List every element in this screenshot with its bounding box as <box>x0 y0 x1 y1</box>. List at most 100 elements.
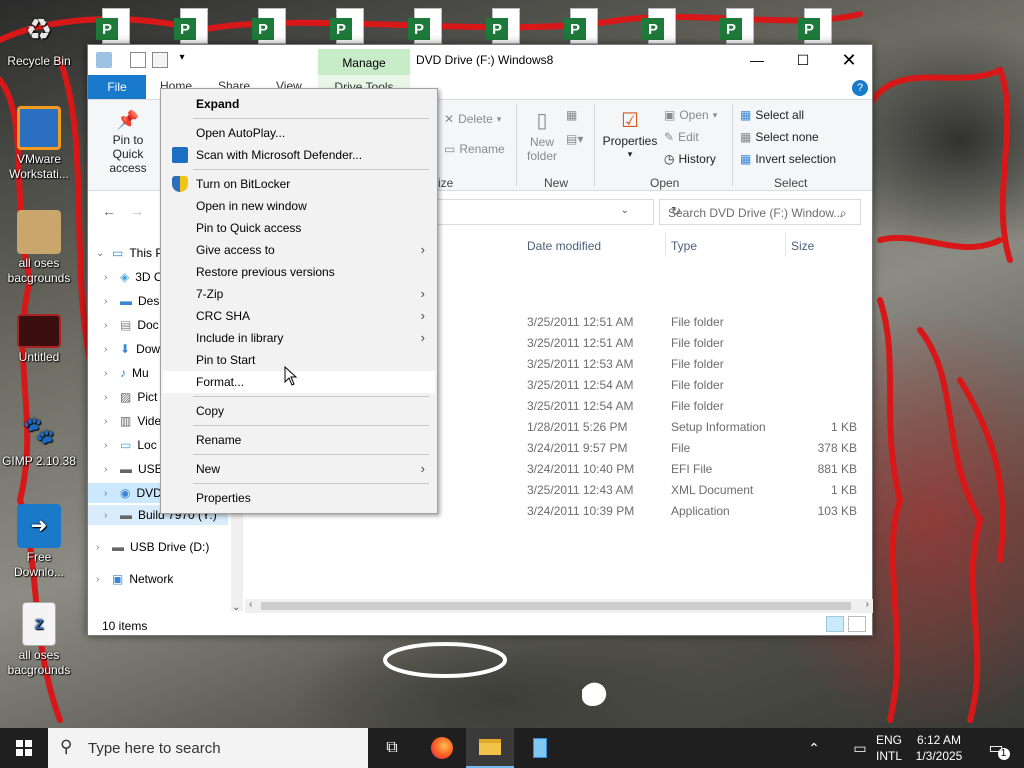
document-icon[interactable]: P <box>330 8 366 46</box>
horizontal-scrollbar[interactable]: ‹ › <box>245 599 873 613</box>
scroll-right-icon[interactable]: › <box>866 599 869 610</box>
menu-item-rename[interactable]: Rename <box>163 429 435 451</box>
edit-button[interactable]: ✎ Edit <box>664 130 699 144</box>
nav-item-usb-drive-d[interactable]: › ▬ USB Drive (D:) <box>96 537 209 557</box>
large-icons-view-icon[interactable] <box>848 616 866 632</box>
select-all-button[interactable]: ▦ Select all <box>740 108 804 122</box>
history-button[interactable]: ◷ History <box>664 152 716 166</box>
desktop-icon-zip[interactable]: Z all oses bacgrounds <box>1 602 77 678</box>
maximize-icon[interactable]: ☐ <box>780 45 826 75</box>
open-button[interactable]: ▣ Open ▾ <box>664 108 717 122</box>
document-icon[interactable]: P <box>642 8 678 46</box>
menu-item-expand[interactable]: Expand <box>163 93 435 115</box>
notification-center-icon[interactable]: ▭ 1 <box>972 728 1020 768</box>
menu-item-open-autoplay[interactable]: Open AutoPlay... <box>163 122 435 144</box>
delete-button[interactable]: ✕ Delete ▾ <box>444 112 501 126</box>
nav-item-3d-objects[interactable]: › ◈ 3D O <box>104 267 163 287</box>
minimize-icon[interactable]: — <box>734 45 780 75</box>
language-indicator[interactable]: ENG INTL <box>876 732 902 764</box>
document-icon[interactable]: P <box>564 8 600 46</box>
menu-item-properties[interactable]: Properties <box>163 487 435 509</box>
start-button[interactable] <box>0 728 48 768</box>
desktop-icon-folder[interactable]: all oses bacgrounds <box>1 210 77 286</box>
details-view-icon[interactable] <box>826 616 844 632</box>
nav-item-documents[interactable]: › ▤ Doc <box>104 315 159 335</box>
document-icon[interactable]: P <box>96 8 132 46</box>
desktop-icon-free-download[interactable]: ➜ Free Downlo... <box>1 504 77 580</box>
nav-item-music[interactable]: › ♪ Mu <box>104 363 149 383</box>
close-icon[interactable]: ✕ <box>826 45 872 75</box>
document-icon[interactable]: P <box>252 8 288 46</box>
menu-item-pin-quick-access[interactable]: Pin to Quick access <box>163 217 435 239</box>
desktop-icon-recycle-bin[interactable]: ♻ Recycle Bin <box>1 8 77 69</box>
scroll-down-icon[interactable]: ⌄ <box>232 602 240 613</box>
desktop-icon-gimp[interactable]: 🐾 GIMP 2.10.38 <box>1 408 77 469</box>
invert-selection-button[interactable]: ▦ Invert selection <box>740 152 836 166</box>
document-icon[interactable]: P <box>174 8 210 46</box>
select-none-button[interactable]: ▦ Select none <box>740 130 819 144</box>
notification-count-badge: 1 <box>997 748 1010 760</box>
help-icon[interactable]: ? <box>852 80 868 96</box>
file-explorer-icon[interactable] <box>466 728 514 768</box>
tab-file[interactable]: File <box>88 75 146 99</box>
desktop-icon-untitled[interactable]: Untitled <box>1 314 77 365</box>
nav-item-pictures[interactable]: › ▨ Pict <box>104 387 157 407</box>
search-input[interactable]: Search DVD Drive (F:) Window... <box>659 199 861 225</box>
menu-item-format[interactable]: Format... <box>163 371 435 393</box>
recycle-bin-icon: ♻ <box>25 13 53 47</box>
menu-item-restore-versions[interactable]: Restore previous versions <box>163 261 435 283</box>
nav-item-usb[interactable]: › ▬ USB <box>104 459 163 479</box>
manage-tab[interactable]: Manage <box>318 49 410 75</box>
nav-item-downloads[interactable]: › ⬇ Dow <box>104 339 160 359</box>
title-bar[interactable]: ▾ Manage DVD Drive (F:) Windows8 — ☐ ✕ <box>88 45 872 75</box>
new-item-icon[interactable]: ▦ <box>566 108 577 122</box>
task-view-icon[interactable]: ⧉ <box>368 728 416 768</box>
nav-item-videos[interactable]: › ▥ Vide <box>104 411 161 431</box>
chevron-down-icon[interactable]: ⌄ <box>621 205 629 216</box>
desktop-folder-icon: ▬ <box>120 294 132 308</box>
drive-icon: ▬ <box>120 508 132 522</box>
document-icon[interactable]: P <box>408 8 444 46</box>
column-size[interactable]: Size <box>791 239 814 253</box>
column-date-modified[interactable]: Date modified <box>527 239 601 253</box>
new-folder-qat-icon[interactable] <box>152 52 168 68</box>
menu-item-new[interactable]: New › <box>163 458 435 480</box>
easy-access-icon[interactable]: ▤▾ <box>566 132 583 146</box>
menu-item-7zip[interactable]: 7-Zip › <box>163 283 435 305</box>
nav-item-local-disk[interactable]: › ▭ Loc <box>104 435 157 455</box>
rename-button[interactable]: ▭ Rename <box>444 142 505 156</box>
menu-item-crc-sha[interactable]: CRC SHA › <box>163 305 435 327</box>
menu-item-open-new-window[interactable]: Open in new window <box>163 195 435 217</box>
properties-qat-icon[interactable] <box>130 52 146 68</box>
notepad-app-icon[interactable] <box>516 728 564 768</box>
chevron-up-icon[interactable]: ⌃ <box>790 728 838 768</box>
3d-objects-icon: ◈ <box>120 270 130 284</box>
menu-item-include-library[interactable]: Include in library › <box>163 327 435 349</box>
menu-item-scan-defender[interactable]: Scan with Microsoft Defender... <box>163 144 435 166</box>
scroll-left-icon[interactable]: ‹ <box>249 599 252 610</box>
document-icon[interactable]: P <box>486 8 522 46</box>
firefox-icon[interactable] <box>418 728 466 768</box>
menu-item-copy[interactable]: Copy <box>163 400 435 422</box>
clock[interactable]: 6:12 AM 1/3/2025 <box>912 732 966 764</box>
search-icon: ⌕ <box>840 206 847 220</box>
document-icon[interactable]: P <box>720 8 756 46</box>
qat-dropdown-icon[interactable]: ▾ <box>174 52 190 68</box>
nav-item-desktop[interactable]: › ▬ Des <box>104 291 159 311</box>
scrollbar-thumb[interactable] <box>261 602 851 610</box>
menu-item-bitlocker[interactable]: Turn on BitLocker <box>163 173 435 195</box>
menu-item-pin-start[interactable]: Pin to Start <box>163 349 435 371</box>
taskbar-search[interactable]: ⚲ Type here to search <box>48 728 368 768</box>
document-icon[interactable]: P <box>798 8 834 46</box>
new-folder-button[interactable]: ▯ New folder <box>524 108 560 163</box>
pin-quick-access-button[interactable]: 📌 Pin to Quick access <box>96 110 160 175</box>
properties-button[interactable]: ☑ Properties ▾ <box>602 108 658 160</box>
desktop-icon-vmware[interactable]: VMware Workstati... <box>1 106 77 182</box>
nav-item-network[interactable]: › ▣ Network <box>96 569 173 589</box>
column-type[interactable]: Type <box>671 239 697 253</box>
chevron-right-icon: › <box>104 415 108 427</box>
menu-item-give-access[interactable]: Give access to › <box>163 239 435 261</box>
forward-arrow-icon[interactable]: → <box>130 203 144 219</box>
back-arrow-icon[interactable]: ← <box>102 203 116 219</box>
nav-item-this-pc[interactable]: ⌄ ▭ This P <box>96 243 163 263</box>
